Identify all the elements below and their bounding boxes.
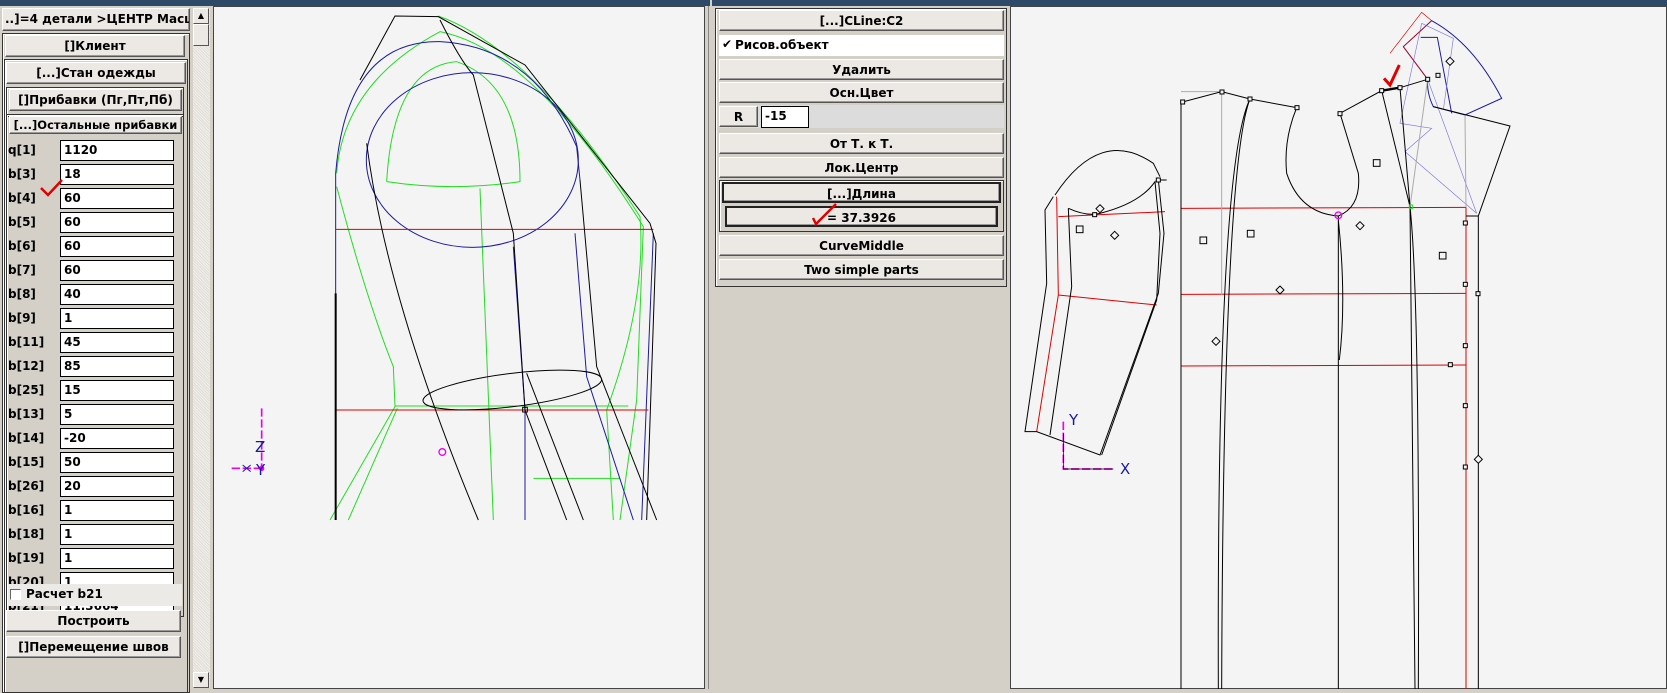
point-to-point-button[interactable]: От Т. к Т. xyxy=(719,133,1004,154)
param-input[interactable]: 1 xyxy=(60,308,174,329)
front-edge xyxy=(1433,106,1511,689)
side-seam xyxy=(1337,216,1344,689)
param-input[interactable]: 40 xyxy=(60,284,174,305)
black-waist-ellipse xyxy=(422,369,603,411)
green-cap xyxy=(386,61,521,188)
back-side-seam xyxy=(1217,98,1251,689)
pattern-drawing xyxy=(1024,11,1511,689)
param-label: b[8] xyxy=(8,287,36,301)
param-label: b[13] xyxy=(8,407,45,421)
object-panel: [...]CLine:C2 ✔ Рисов.объект Удалить Осн… xyxy=(708,6,1010,689)
param-input[interactable]: 60 xyxy=(60,260,174,281)
check-mark-annotation xyxy=(1382,64,1401,88)
param-input[interactable]: 20 xyxy=(60,476,174,497)
param-label: b[9] xyxy=(8,311,36,325)
param-label: b[14] xyxy=(8,431,45,445)
parameters-panel: ..]=4 детали >ЦЕНТР Масшт ▲ ▼ []Клиент [… xyxy=(0,6,212,693)
green-waist xyxy=(395,405,629,479)
green-left-contour-2 xyxy=(347,408,398,521)
axis-y-label: Y xyxy=(1069,411,1079,429)
param-input[interactable]: 50 xyxy=(60,452,174,473)
client-button[interactable]: []Клиент xyxy=(5,35,185,57)
param-input[interactable]: 1 xyxy=(60,548,174,569)
param-label: b[6] xyxy=(8,239,36,253)
param-input[interactable]: 85 xyxy=(60,356,174,377)
front-dart xyxy=(1381,87,1420,689)
black-front xyxy=(366,143,479,521)
draw-object-checkbox[interactable]: ✔ xyxy=(722,37,732,51)
param-input[interactable]: 60 xyxy=(60,212,174,233)
param-input[interactable]: 1 xyxy=(60,524,174,545)
two-simple-parts-button[interactable]: Two simple parts xyxy=(719,259,1004,280)
param-input[interactable]: 15 xyxy=(60,380,174,401)
axis-y-label: Y xyxy=(256,461,266,479)
check-mark-annotation xyxy=(40,179,63,197)
length-button[interactable]: [...]Длина xyxy=(722,182,1001,203)
draw-object-row[interactable]: ✔ Рисов.объект xyxy=(719,35,1004,56)
chest-grid xyxy=(1180,206,1467,367)
green-center xyxy=(479,188,494,521)
param-input[interactable]: 60 xyxy=(60,188,174,209)
calc-b21-checkbox[interactable] xyxy=(10,589,21,600)
other-allowances-button[interactable]: [...]Остальные прибавки xyxy=(9,116,182,134)
param-label: b[25] xyxy=(8,383,45,397)
sleeve-inner xyxy=(1049,180,1161,456)
param-label: b[26] xyxy=(8,479,45,493)
front-armhole xyxy=(1338,78,1428,217)
sleeve-outline xyxy=(1024,179,1167,456)
param-label: b[15] xyxy=(8,455,45,469)
collar-blue xyxy=(1402,20,1503,116)
param-label: b[19] xyxy=(8,551,45,565)
param-input[interactable]: 60 xyxy=(60,236,174,257)
param-label: b[7] xyxy=(8,263,36,277)
r-input[interactable]: -15 xyxy=(761,106,809,128)
param-label: b[5] xyxy=(8,215,36,229)
garment-button[interactable]: [...]Стан одежды xyxy=(6,62,186,84)
param-label: b[18] xyxy=(8,527,45,541)
r-button[interactable]: R xyxy=(719,106,758,127)
param-input[interactable]: 5 xyxy=(60,404,174,425)
calc-b21-label: Расчет b21 xyxy=(26,587,103,601)
black-outline xyxy=(359,15,657,521)
length-value-button[interactable]: = 37.3926 xyxy=(725,206,998,227)
green-left-contour xyxy=(329,186,396,521)
param-input[interactable]: 45 xyxy=(60,332,174,353)
details-center-button[interactable]: ..]=4 детали >ЦЕНТР Масшт xyxy=(2,8,190,31)
param-input[interactable]: 1 xyxy=(60,500,174,521)
param-label: b[4] xyxy=(8,191,36,205)
build-button[interactable]: Построить xyxy=(6,610,181,632)
black-side-2 xyxy=(526,373,584,521)
local-center-button[interactable]: Лок.Центр xyxy=(719,157,1004,178)
calc-b21-row[interactable]: Расчет b21 xyxy=(8,584,182,606)
selected-point-marker xyxy=(438,448,447,456)
curve-middle-button[interactable]: CurveMiddle xyxy=(719,235,1004,256)
param-input[interactable]: 1120 xyxy=(60,140,174,161)
allowances-button[interactable]: []Прибавки (Пг,Пт,Пб) xyxy=(9,89,182,111)
param-input[interactable]: -20 xyxy=(60,428,174,449)
back-piece xyxy=(1180,91,1339,689)
draw-object-label: Рисов.объект xyxy=(735,38,829,52)
3d-view-drawing xyxy=(231,15,658,521)
param-label: b[11] xyxy=(8,335,45,349)
move-seams-button[interactable]: []Перемещение швов xyxy=(6,636,181,658)
check-mark-annotation xyxy=(811,203,837,227)
selected-segment xyxy=(1381,86,1401,92)
delete-button[interactable]: Удалить xyxy=(719,59,1004,80)
param-label: q[1] xyxy=(8,143,36,157)
param-label: b[16] xyxy=(8,503,45,517)
blue-outline xyxy=(335,41,581,520)
param-label: b[3] xyxy=(8,167,36,181)
param-input[interactable]: 18 xyxy=(60,164,174,185)
param-label: b[12] xyxy=(8,359,45,373)
cline-title-button[interactable]: [...]CLine:C2 xyxy=(719,10,1004,31)
axis-x-label: X xyxy=(1120,460,1131,478)
main-color-button[interactable]: Осн.Цвет xyxy=(719,82,1004,103)
black-side xyxy=(579,179,658,521)
sleeve-cap xyxy=(1054,150,1161,196)
axis-z-label: Z xyxy=(255,438,266,456)
